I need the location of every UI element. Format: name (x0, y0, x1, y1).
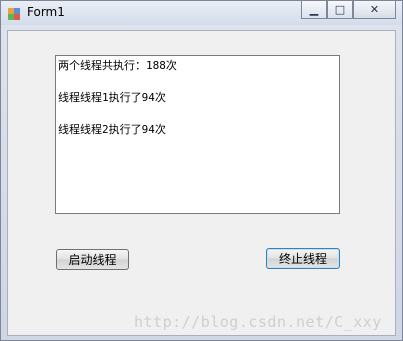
start-thread-button[interactable]: 启动线程 (56, 249, 129, 270)
maximize-icon: □ (334, 3, 346, 16)
form1-window: Form1 ▁ □ ✕ 两个线程共执行：188次 线程线程1执行了94次 线程线… (0, 0, 403, 341)
window-title: Form1 (27, 5, 65, 19)
output-line: 线程线程2执行了94次 (58, 123, 166, 136)
caption-buttons: ▁ □ ✕ (301, 1, 396, 19)
title-bar[interactable]: Form1 ▁ □ ✕ (1, 1, 402, 25)
minimize-button[interactable]: ▁ (301, 1, 327, 19)
output-textbox[interactable]: 两个线程共执行：188次 线程线程1执行了94次 线程线程2执行了94次 (55, 55, 340, 214)
app-icon (7, 6, 21, 20)
form-client-area: 两个线程共执行：188次 线程线程1执行了94次 线程线程2执行了94次 启动线… (7, 30, 396, 336)
maximize-button[interactable]: □ (327, 1, 353, 19)
close-icon: ✕ (369, 3, 380, 16)
watermark: http://blog.csdn.net/C_xxy (134, 313, 382, 331)
output-line: 线程线程1执行了94次 (58, 91, 166, 104)
stop-thread-button[interactable]: 终止线程 (266, 248, 340, 269)
close-button[interactable]: ✕ (353, 1, 396, 19)
output-line: 两个线程共执行：188次 (58, 59, 177, 72)
minimize-icon: ▁ (309, 3, 319, 16)
